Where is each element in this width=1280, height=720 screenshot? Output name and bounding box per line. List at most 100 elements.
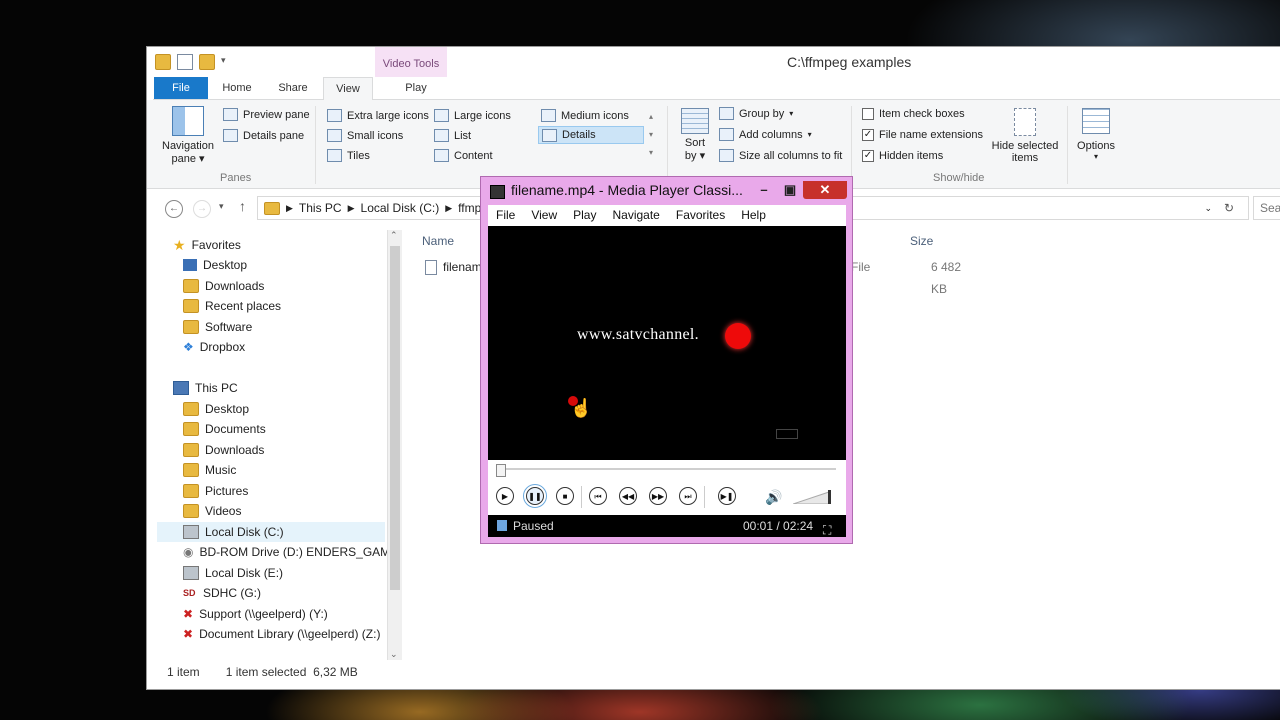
menu-view[interactable]: View <box>523 205 565 226</box>
maximize-icon[interactable]: ▣ <box>777 181 803 199</box>
ribbon-separator <box>667 106 668 184</box>
nav-item-sdhc[interactable]: SD SDHC (G:) <box>183 583 261 603</box>
nav-item-dropbox[interactable]: ❖ Dropbox <box>183 337 245 357</box>
nav-item-local-disk-e[interactable]: Local Disk (E:) <box>183 563 283 583</box>
seek-bar[interactable] <box>488 460 846 480</box>
recent-locations-chevron-icon[interactable]: ▾ <box>219 201 224 212</box>
mpc-app-icon[interactable] <box>490 185 505 199</box>
size-columns-label: Size all columns to fit <box>739 149 843 162</box>
search-input[interactable]: Sea <box>1253 196 1280 220</box>
tab-home[interactable]: Home <box>213 77 261 99</box>
nav-item-desktop[interactable]: Desktop <box>183 255 247 275</box>
checkmark-icon[interactable]: ✓ <box>862 129 874 141</box>
checkmark-icon[interactable]: ✓ <box>862 150 874 162</box>
scroll-up-icon[interactable]: ⌃ <box>390 230 398 241</box>
chevron-down-icon[interactable]: ▾ <box>221 55 235 69</box>
menu-favorites[interactable]: Favorites <box>668 205 733 226</box>
column-header-size[interactable]: Size <box>910 230 933 252</box>
nav-item-support-network[interactable]: ✖ Support (\\geelperd) (Y:) <box>183 604 328 624</box>
playback-status: Paused <box>513 519 554 533</box>
hidden-items-toggle[interactable]: ✓ Hidden items <box>862 150 943 162</box>
menu-file[interactable]: File <box>488 205 523 226</box>
size-all-columns-button[interactable]: Size all columns to fit <box>719 149 842 162</box>
channel-logo <box>776 429 798 439</box>
nav-item-pc-desktop[interactable]: Desktop <box>183 399 249 419</box>
back-arrow-icon[interactable]: ← <box>165 200 183 218</box>
new-folder-icon[interactable] <box>199 54 215 70</box>
group-by-button[interactable]: Group by ▾ <box>719 107 793 120</box>
previous-icon[interactable]: ⏮ <box>589 487 607 505</box>
nav-this-pc[interactable]: This PC <box>173 378 238 398</box>
nav-item-documents[interactable]: Documents <box>183 419 266 439</box>
video-area[interactable]: www.satvchannel. ☝ <box>488 226 846 460</box>
item-count: 1 item <box>167 665 200 679</box>
address-dropdown-icon[interactable]: ⌄ <box>1204 203 1212 214</box>
nav-item-music[interactable]: Music <box>183 460 236 480</box>
nav-label: Desktop <box>203 258 248 272</box>
properties-icon[interactable] <box>177 54 193 70</box>
small-icons-option[interactable]: Small icons <box>327 129 403 142</box>
hide-selected-items-button[interactable]: Hide selected items <box>989 108 1061 164</box>
nav-pane-scrollbar[interactable]: ⌃ ⌄ <box>387 230 402 660</box>
seek-thumb[interactable] <box>496 464 507 477</box>
fullscreen-icon[interactable]: ⛶ <box>823 519 831 541</box>
menu-play[interactable]: Play <box>565 205 604 226</box>
content-option[interactable]: Content <box>434 149 493 162</box>
details-pane-label: Details pane <box>243 129 305 142</box>
breadcrumb-local-disk[interactable]: Local Disk (C:) <box>361 201 440 215</box>
refresh-icon[interactable]: ↻ <box>1224 201 1234 215</box>
tiles-option[interactable]: Tiles <box>327 149 370 162</box>
menu-navigate[interactable]: Navigate <box>604 205 667 226</box>
volume-slider[interactable] <box>793 490 833 504</box>
preview-pane-button[interactable]: Preview pane <box>223 108 310 121</box>
fast-forward-icon[interactable]: ▶▶ <box>649 487 667 505</box>
medium-icons-option[interactable]: Medium icons <box>541 109 629 122</box>
pause-icon[interactable]: ❚❚ <box>523 484 547 508</box>
options-button[interactable]: Options ▾ <box>1073 108 1119 161</box>
file-name-extensions-toggle[interactable]: ✓ File name extensions <box>862 129 983 141</box>
rewind-icon[interactable]: ◀◀ <box>619 487 637 505</box>
column-header-name[interactable]: Name <box>422 230 454 252</box>
details-option[interactable]: Details <box>538 126 644 144</box>
play-icon[interactable]: ▶ <box>496 487 514 505</box>
tab-share[interactable]: Share <box>269 77 317 99</box>
add-columns-button[interactable]: Add columns ▾ <box>719 128 812 141</box>
nav-item-pictures[interactable]: Pictures <box>183 481 248 501</box>
explorer-titlebar: ▾ Video Tools C:\ffmpeg examples <box>147 47 1280 77</box>
navigation-pane-button[interactable]: Navigation pane ▾ <box>159 106 217 165</box>
details-pane-button[interactable]: Details pane <box>223 129 304 142</box>
large-icons-option[interactable]: Large icons <box>434 109 511 122</box>
list-option[interactable]: List <box>434 129 471 142</box>
scroll-thumb[interactable] <box>390 246 400 590</box>
nav-item-downloads[interactable]: Downloads <box>183 276 264 296</box>
nav-favorites[interactable]: ★ Favorites <box>173 235 241 255</box>
seek-track[interactable] <box>496 468 836 470</box>
nav-item-bd-rom[interactable]: ◉ BD-ROM Drive (D:) ENDERS_GAME <box>183 542 398 562</box>
nav-item-local-disk-c[interactable]: Local Disk (C:) <box>157 522 385 542</box>
nav-item-pc-downloads[interactable]: Downloads <box>183 440 264 460</box>
tab-play[interactable]: Play <box>391 77 441 99</box>
minimize-icon[interactable]: – <box>751 181 777 199</box>
sort-by-button[interactable]: Sort by ▾ <box>679 108 711 162</box>
layout-scroll-buttons[interactable]: ▴ ▾ ▾ <box>649 108 653 162</box>
nav-item-videos[interactable]: Videos <box>183 501 241 521</box>
item-check-boxes-toggle[interactable]: Item check boxes <box>862 108 965 120</box>
tab-file[interactable]: File <box>154 77 208 99</box>
nav-item-recent-places[interactable]: Recent places <box>183 296 281 316</box>
breadcrumb-this-pc[interactable]: This PC <box>299 201 342 215</box>
frame-step-icon[interactable]: ▶❚ <box>718 487 736 505</box>
close-icon[interactable]: ✕ <box>803 181 847 199</box>
scroll-down-icon[interactable]: ⌄ <box>390 649 398 660</box>
tab-view[interactable]: View <box>323 77 373 100</box>
desktop-icon <box>183 259 197 271</box>
checkbox-unchecked[interactable] <box>862 108 874 120</box>
nav-item-document-library[interactable]: ✖ Document Library (\\geelperd) (Z:) <box>183 624 380 644</box>
volume-icon[interactable]: 🔊 <box>765 489 782 506</box>
next-icon[interactable]: ⏭ <box>679 487 697 505</box>
nav-item-software[interactable]: Software <box>183 317 252 337</box>
extra-large-icons-option[interactable]: Extra large icons <box>327 109 429 122</box>
stop-icon[interactable]: ■ <box>556 487 574 505</box>
menu-help[interactable]: Help <box>733 205 774 226</box>
up-arrow-icon[interactable]: ↑ <box>239 198 246 214</box>
forward-arrow-icon[interactable]: → <box>193 200 211 218</box>
